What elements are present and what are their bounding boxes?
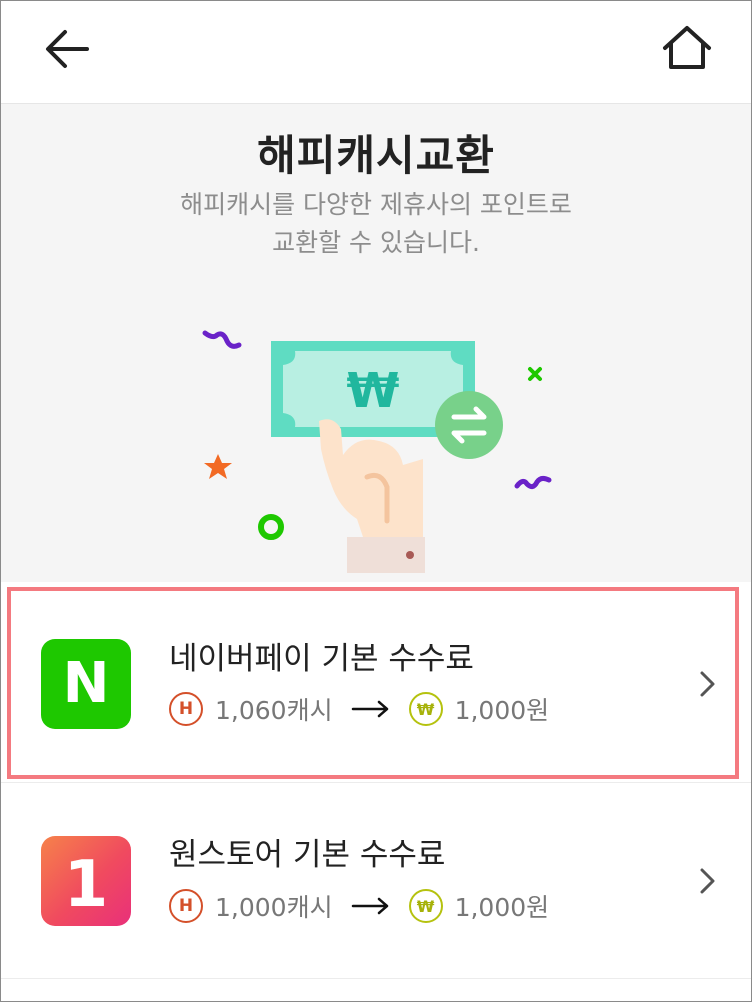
exchange-badge <box>435 391 503 459</box>
arrow-right-icon <box>351 700 388 718</box>
divider <box>1 782 751 783</box>
happycash-badge-icon: H <box>169 692 203 726</box>
confetti-cross <box>528 367 542 381</box>
page-description: 해피캐시를 다양한 제휴사의 포인트로 교환할 수 있습니다. <box>126 186 626 262</box>
confetti-squiggle-1 <box>202 330 242 349</box>
confetti-ring <box>258 514 284 540</box>
won-badge-icon: ₩ <box>408 889 443 923</box>
chevron-right-icon <box>700 671 715 697</box>
arrow-left-icon <box>46 30 89 68</box>
exchange-illustration: ₩ <box>202 330 552 573</box>
happycash-badge-icon: H <box>169 889 203 923</box>
naver-n-icon: N <box>63 651 110 716</box>
currency-symbol: ₩ <box>347 363 400 419</box>
hand <box>319 419 423 549</box>
svg-text:1: 1 <box>64 848 109 922</box>
from-amount: 1,000캐시 <box>215 893 333 922</box>
divider <box>1 978 751 979</box>
won-badge-icon: ₩ <box>408 692 443 726</box>
item-title: 원스토어 기본 수수료 <box>169 837 446 873</box>
app-screen: 해피캐시교환 해피캐시를 다양한 제휴사의 포인트로 교환할 수 있습니다. ₩ <box>0 0 752 1002</box>
exchange-rate: H 1,060캐시 ₩ 1,000원 <box>169 689 549 729</box>
onestore-one-icon: 1 <box>64 848 109 922</box>
confetti-squiggle-2 <box>514 475 552 490</box>
home-icon <box>663 26 711 69</box>
svg-text:N: N <box>63 651 110 716</box>
naverpay-logo: N <box>41 639 131 729</box>
item-title: 네이버페이 기본 수수료 <box>169 641 474 677</box>
chevron-right-icon <box>700 868 715 894</box>
arrow-right-icon <box>351 897 388 915</box>
top-bar <box>1 1 751 104</box>
hero-section: 해피캐시교환 해피캐시를 다양한 제휴사의 포인트로 교환할 수 있습니다. ₩ <box>1 104 751 582</box>
back-button[interactable] <box>39 23 95 75</box>
description-line-1: 해피캐시를 다양한 제휴사의 포인트로 <box>180 190 572 219</box>
page-title: 해피캐시교환 <box>257 131 495 180</box>
confetti-star <box>204 454 232 479</box>
to-amount: 1,000원 <box>454 893 550 922</box>
onestore-logo: 1 <box>41 836 131 926</box>
exchange-rate: H 1,000캐시 ₩ 1,000원 <box>169 886 549 926</box>
to-amount: 1,000원 <box>454 696 550 725</box>
description-line-2: 교환할 수 있습니다. <box>272 228 480 257</box>
exchange-item-naverpay[interactable]: N 네이버페이 기본 수수료 H 1,060캐시 ₩ 1,000원 <box>1 583 751 779</box>
exchange-item-onestore[interactable]: 1 원스토어 기본 수수료 H 1,000캐시 ₩ 1,000원 <box>1 784 751 980</box>
from-amount: 1,060캐시 <box>215 696 333 725</box>
home-button[interactable] <box>657 21 717 77</box>
